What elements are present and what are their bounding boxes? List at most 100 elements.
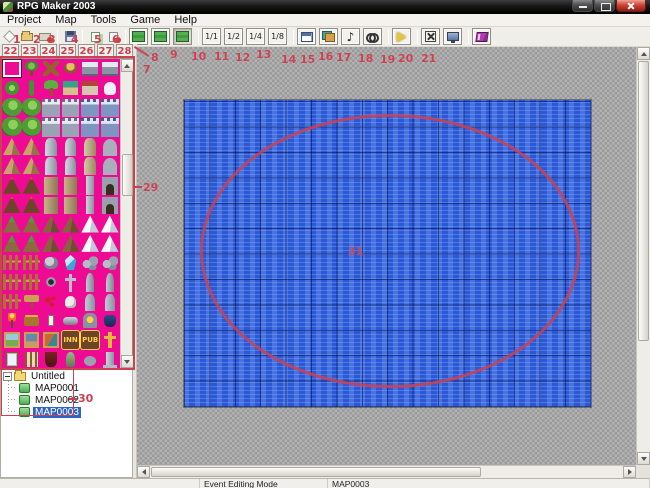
palette-scroll-thumb[interactable] (122, 154, 133, 196)
resource-manager-button[interactable] (319, 28, 338, 45)
palette-tile-crystal[interactable] (61, 253, 81, 272)
palette-tile-sel[interactable] (2, 59, 22, 78)
palette-tile-btreeb[interactable] (2, 117, 22, 136)
palette-tile-curtain[interactable] (41, 350, 61, 369)
palette-tile-gravec[interactable] (61, 272, 81, 291)
zoom-1-4-button[interactable]: 1/4 (246, 28, 265, 45)
palette-tile-gmtn[interactable] (2, 214, 22, 233)
open-project-button[interactable] (18, 29, 36, 45)
database-button[interactable] (297, 28, 316, 45)
vertical-scroll-thumb[interactable] (638, 61, 649, 341)
palette-tile-inn[interactable]: INN (61, 330, 81, 349)
palette-tile-bluepot[interactable] (100, 311, 120, 330)
palette-tile-gmtnb[interactable] (22, 234, 42, 253)
palette-tile-smtn[interactable] (80, 214, 100, 233)
palette-tile-cas1b[interactable] (61, 117, 81, 136)
palette-tile-shrineg[interactable] (80, 311, 100, 330)
palette-tile-smtnb[interactable] (100, 234, 120, 253)
palette-tile-ruinb[interactable] (41, 195, 61, 214)
palette-tile-tow1[interactable] (41, 137, 61, 156)
copy-button[interactable] (86, 29, 104, 45)
palette-tile-statue[interactable] (80, 272, 100, 291)
palette-tile-skull[interactable] (61, 292, 81, 311)
palette-tile-pub[interactable]: PUB (80, 330, 100, 349)
palette-tile-fence[interactable] (22, 253, 42, 272)
palette-tile-tow1b[interactable] (41, 156, 61, 175)
horizontal-scroll-thumb[interactable] (151, 467, 481, 477)
palette-tile-village[interactable] (61, 78, 81, 97)
palette-tile-gate[interactable] (100, 175, 120, 194)
palette-tile-pillb[interactable] (80, 195, 100, 214)
horizontal-scrollbar[interactable] (137, 465, 636, 478)
palette-tile-pill[interactable] (80, 175, 100, 194)
map-tree-root[interactable]: Untitled (1, 370, 132, 382)
palette-tile-fence4[interactable] (2, 292, 22, 311)
zoom-1-2-button[interactable]: 1/2 (224, 28, 243, 45)
show-title-button[interactable] (443, 28, 462, 45)
palette-tile-cas2[interactable] (100, 98, 120, 117)
palette-tile-tow2[interactable] (80, 137, 100, 156)
save-button[interactable] (61, 29, 79, 45)
zoom-1-1-button[interactable]: 1/1 (202, 28, 221, 45)
palette-tile-fence2[interactable] (2, 272, 22, 291)
palette-tile-smtnb[interactable] (80, 234, 100, 253)
palette-tile-cannon[interactable] (61, 311, 81, 330)
palette-tile-palm[interactable] (41, 78, 61, 97)
palette-tile-xtree[interactable] (41, 59, 61, 78)
new-project-button[interactable] (0, 29, 18, 45)
help-button[interactable] (472, 28, 491, 45)
palette-tile-keyd[interactable] (41, 311, 61, 330)
draw-tool-button[interactable]: 23 (21, 44, 38, 59)
palette-tile-tow1[interactable] (61, 137, 81, 156)
palette-tile-tree[interactable] (22, 59, 42, 78)
palette-tile-pic3[interactable] (41, 330, 61, 349)
palette-tile-gmtnb[interactable] (2, 234, 22, 253)
palette-tile-bldg2[interactable] (100, 59, 120, 78)
palette-tile-cas1[interactable] (41, 98, 61, 117)
palette-tile-btree[interactable] (2, 98, 22, 117)
palette-tile-horse[interactable] (100, 78, 120, 97)
palette-tile-window[interactable] (2, 350, 22, 369)
palette-tile-volc[interactable] (22, 175, 42, 194)
create-game-disk-button[interactable] (104, 29, 122, 45)
full-screen-button[interactable] (421, 28, 440, 45)
collapse-icon[interactable] (3, 372, 12, 381)
draw-tool-button[interactable]: 27 (97, 44, 114, 59)
scroll-up-icon[interactable] (637, 47, 650, 60)
palette-tile-shrine[interactable] (80, 78, 100, 97)
palette-tile-ruin[interactable] (61, 175, 81, 194)
project-root-label[interactable]: Untitled (29, 371, 67, 382)
palette-tile-statue2[interactable] (100, 272, 120, 291)
draw-tool-button[interactable]: 26 (78, 44, 95, 59)
menu-help[interactable]: Help (167, 14, 204, 27)
palette-tile-stones2[interactable] (100, 253, 120, 272)
palette-tile-stump[interactable] (61, 59, 81, 78)
test-play-button[interactable] (392, 28, 411, 45)
minimize-button[interactable] (572, 0, 593, 12)
palette-tile-cas2b[interactable] (100, 117, 120, 136)
palette-tile-ruinb[interactable] (61, 195, 81, 214)
palette-tile-cas1b[interactable] (41, 117, 61, 136)
palette-tile-cact[interactable] (22, 78, 42, 97)
palette-tile-cross[interactable] (100, 330, 120, 349)
upper-layer-button[interactable] (151, 28, 170, 45)
menu-game[interactable]: Game (123, 14, 167, 27)
draw-tool-button[interactable]: 24 (40, 44, 57, 59)
close-button[interactable] (616, 0, 646, 12)
menu-tools[interactable]: Tools (84, 14, 124, 27)
palette-tile-pedestal[interactable] (100, 350, 120, 369)
lower-layer-button[interactable] (129, 28, 148, 45)
palette-tile-graves[interactable] (80, 292, 100, 311)
palette-tile-mtnb[interactable] (22, 156, 42, 175)
maximize-button[interactable] (594, 0, 615, 12)
draw-tool-button[interactable]: 25 (59, 44, 76, 59)
scroll-up-icon[interactable] (121, 59, 134, 72)
palette-tile-mtn[interactable] (2, 137, 22, 156)
palette-tile-bmtnb[interactable] (41, 234, 61, 253)
palette-tile-fence3[interactable] (22, 272, 42, 291)
palette-tile-torch[interactable] (2, 311, 22, 330)
map-canvas[interactable] (184, 100, 591, 407)
palette-tile-btree[interactable] (22, 98, 42, 117)
map-name-label[interactable]: MAP0002 (33, 395, 81, 406)
close-project-button[interactable] (36, 29, 54, 45)
